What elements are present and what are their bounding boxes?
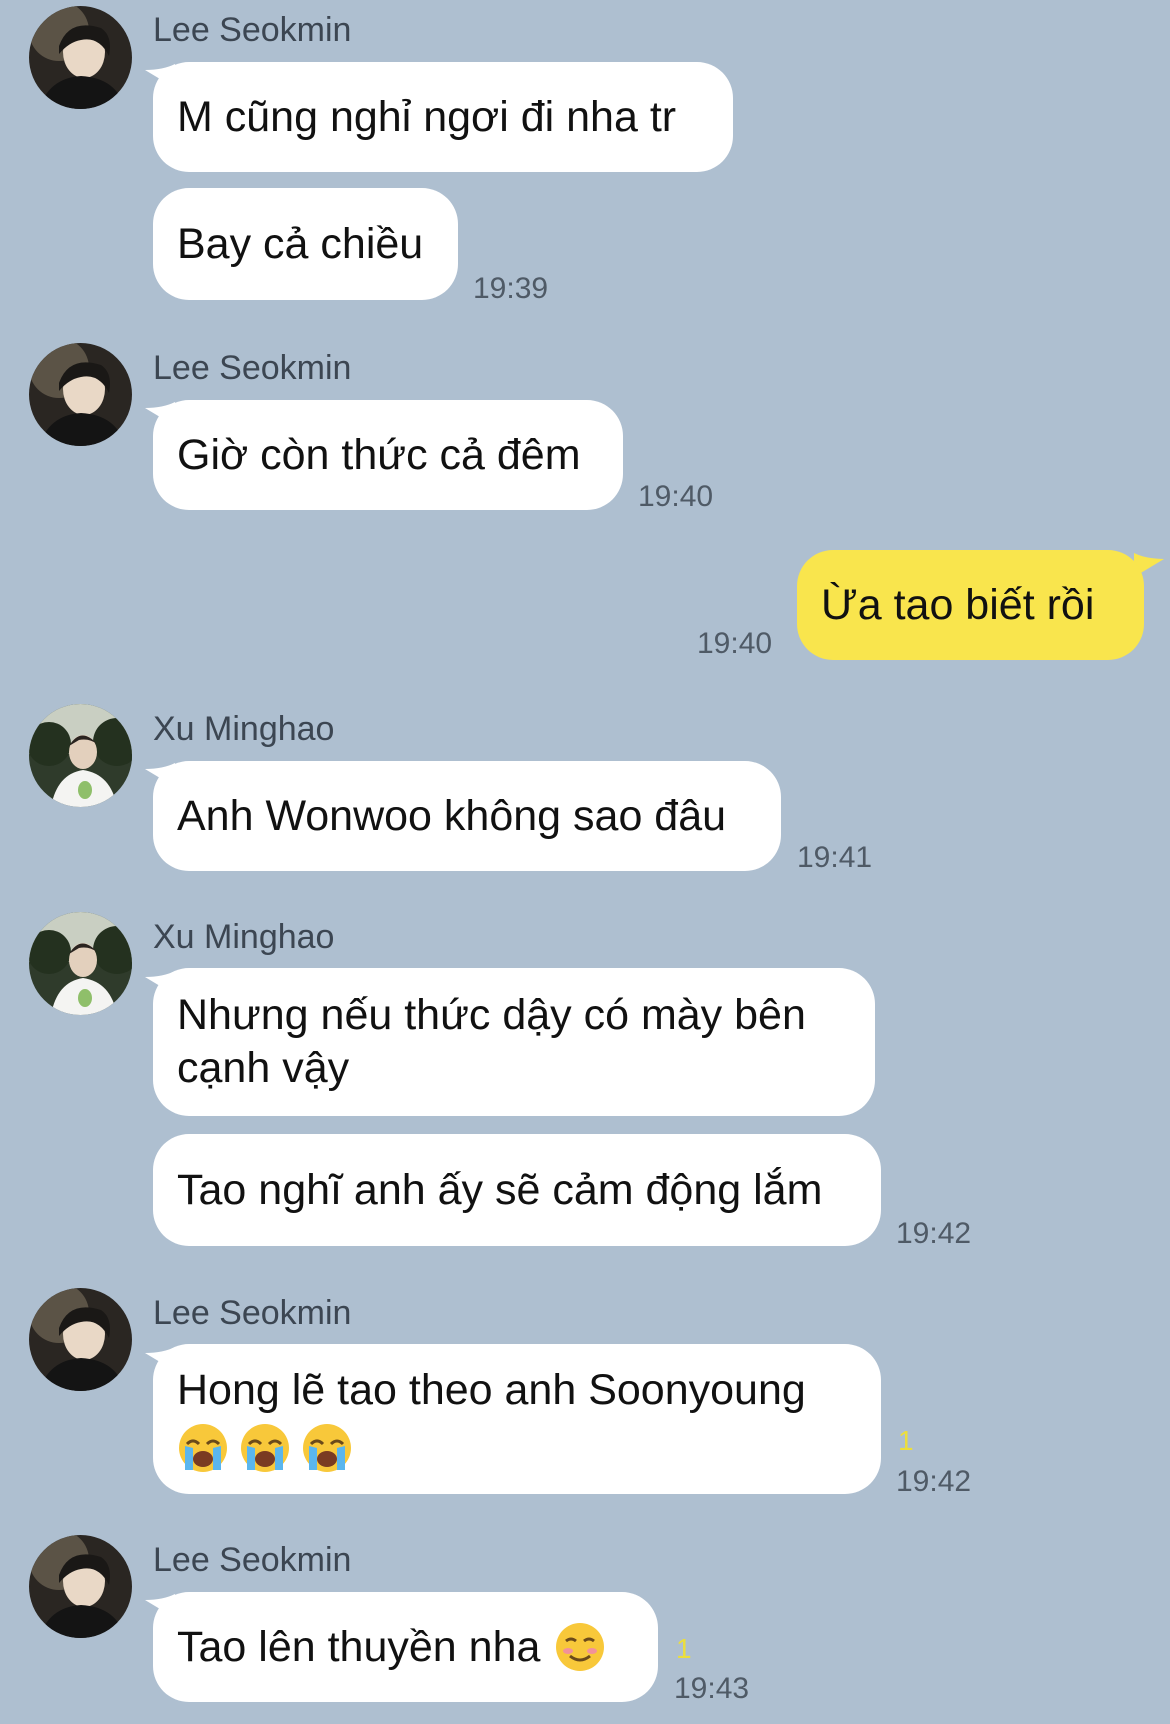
sender-name: Xu Minghao xyxy=(153,918,335,956)
message-bubble[interactable]: Giờ còn thức cả đêm xyxy=(153,400,623,510)
loudly-crying-face-icon xyxy=(301,1422,353,1474)
avatar-lee-seokmin[interactable] xyxy=(29,1288,132,1391)
message-text: Ừa tao biết rồi xyxy=(821,580,1095,629)
message-bubble[interactable]: M cũng nghỉ ngơi đi nha tr xyxy=(153,62,733,172)
avatar-xu-minghao[interactable] xyxy=(29,912,132,1015)
message-text: Tao nghĩ anh ấy sẽ cảm động lắm xyxy=(177,1165,823,1214)
message-text: cạnh vậy xyxy=(177,1044,350,1092)
message-text: Giờ còn thức cả đêm xyxy=(177,430,581,479)
unread-count: 1 xyxy=(898,1425,914,1456)
message-time: 19:40 xyxy=(638,480,714,513)
unread-count: 1 xyxy=(676,1633,692,1664)
message-text: Nhưng nếu thức dậy có mày bên xyxy=(177,991,806,1039)
message-text: Bay cả chiều xyxy=(177,219,424,268)
message-text: M cũng nghỉ ngơi đi nha tr xyxy=(177,92,677,141)
sender-name: Lee Seokmin xyxy=(153,349,352,387)
sender-name: Lee Seokmin xyxy=(153,1294,352,1332)
avatar-lee-seokmin[interactable] xyxy=(29,343,132,446)
message-bubble[interactable]: Anh Wonwoo không sao đâu xyxy=(153,761,781,871)
message-text: Tao lên thuyền nha xyxy=(177,1622,541,1671)
message-time: 19:41 xyxy=(797,841,873,874)
message-line: Tao lên thuyền nha xyxy=(177,1621,634,1674)
message-bubble[interactable]: Bay cả chiều xyxy=(153,188,458,300)
avatar-lee-seokmin[interactable] xyxy=(29,6,132,109)
message-bubble-outgoing[interactable]: Ừa tao biết rồi xyxy=(797,550,1144,660)
message-time: 19:40 xyxy=(697,627,773,660)
emoji-row xyxy=(177,1417,857,1474)
sender-name: Lee Seokmin xyxy=(153,1541,352,1579)
loudly-crying-face-icon xyxy=(177,1422,229,1474)
message-time: 19:39 xyxy=(473,272,549,305)
message-time: 19:42 xyxy=(896,1217,972,1250)
message-time: 19:43 xyxy=(674,1672,750,1705)
message-time: 19:42 xyxy=(896,1465,972,1498)
message-text: Anh Wonwoo không sao đâu xyxy=(177,791,727,840)
message-bubble[interactable]: Tao lên thuyền nha xyxy=(153,1592,658,1702)
message-bubble[interactable]: Tao nghĩ anh ấy sẽ cảm động lắm xyxy=(153,1134,881,1246)
message-bubble[interactable]: Hong lẽ tao theo anh Soonyoung xyxy=(153,1344,881,1494)
message-bubble[interactable]: Nhưng nếu thức dậy có mày bên cạnh vậy xyxy=(153,968,875,1116)
message-text: Hong lẽ tao theo anh Soonyoung xyxy=(177,1366,806,1415)
sender-name: Lee Seokmin xyxy=(153,11,352,49)
avatar-xu-minghao[interactable] xyxy=(29,704,132,807)
loudly-crying-face-icon xyxy=(239,1422,291,1474)
sender-name: Xu Minghao xyxy=(153,710,335,748)
smiling-face-icon xyxy=(554,1621,606,1673)
avatar-lee-seokmin[interactable] xyxy=(29,1535,132,1638)
